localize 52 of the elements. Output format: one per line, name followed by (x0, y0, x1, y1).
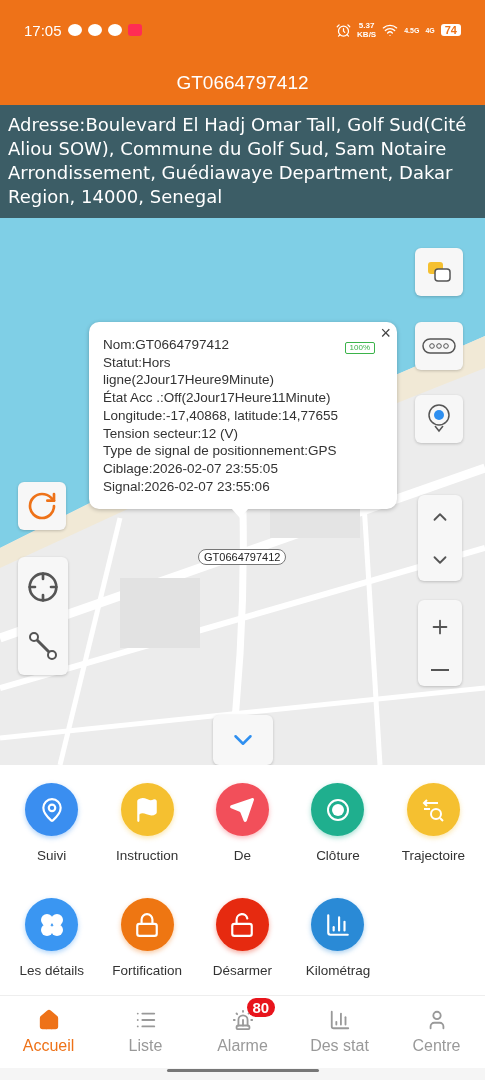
status-time: 17:05 (24, 21, 62, 39)
action-button[interactable]: Fortification (99, 880, 195, 995)
info-line: Statut:Hors ligne(2Jour17Heure9Minute) (103, 353, 276, 390)
home-icon (37, 1009, 60, 1031)
alarm-clock-icon (336, 22, 352, 38)
replay-24h-button[interactable] (26, 490, 58, 522)
action-button[interactable]: Les détails (4, 880, 100, 995)
grid-icon (38, 911, 65, 938)
close-button[interactable]: × (380, 324, 391, 342)
alarm-count-badge: 80 (246, 998, 276, 1017)
route-button[interactable] (28, 631, 58, 661)
zoom-out-button[interactable] (431, 668, 449, 671)
replay-icon (26, 490, 58, 522)
address-text: Adresse:Boulevard El Hadj Omar Tall, Golf Sud(Cité Aliou SOW), Commune du Golf Sud, Sam Notaire Arrondissement, Guédiawaye Department, Dakar Region, 14000, Senegal (0, 105, 485, 218)
info-line: Signal:2026-02-07 23:55:06 (103, 477, 270, 496)
page-title: GT0664797412 (176, 71, 309, 94)
unlock-icon (229, 911, 256, 938)
minus-icon (431, 668, 449, 671)
bar-chart-icon (324, 911, 351, 938)
location-pin-icon (426, 403, 452, 435)
app-icon (127, 24, 142, 36)
layers-icon (426, 260, 452, 284)
siren-icon (231, 1009, 254, 1031)
action-button[interactable]: Désarmer (194, 880, 291, 995)
info-line: Tension secteur:12 (V) (103, 424, 239, 443)
device-label: GT0664797412 (198, 549, 287, 565)
info-line: Type de signal de positionnement:GPS (103, 442, 337, 460)
more-icon (422, 338, 456, 354)
action-button[interactable]: Clôture (290, 765, 386, 880)
info-line: Longitude:-17,40868, latitude:14,77655 (103, 406, 338, 425)
info-line: État Acc .:Off(2Jour17Heure11Minute) (103, 389, 331, 407)
action-button[interactable]: Instruction (99, 765, 195, 880)
my-location-button[interactable] (426, 403, 452, 435)
wifi-icon (382, 22, 399, 38)
action-button[interactable]: Kilométrag (290, 880, 386, 995)
action-button[interactable]: De (194, 765, 291, 880)
battery-badge: 100% (344, 342, 375, 354)
route-icon (28, 631, 58, 661)
crosshair-icon (27, 571, 59, 603)
action-button[interactable]: Suivi (4, 765, 100, 880)
nav-tab[interactable]: Alarme 80 (194, 996, 291, 1068)
locate-button[interactable] (27, 571, 59, 603)
bar-chart-icon (328, 1009, 351, 1031)
info-line: Nom:GT0664797412 (103, 336, 230, 354)
action-button[interactable]: Trajectoire (385, 765, 481, 880)
more-button[interactable] (422, 338, 456, 354)
network-speed: 5.37 KB/S (357, 21, 377, 39)
info-line: Ciblage:2026-02-07 23:55:05 (103, 459, 278, 478)
paper-plane-icon (229, 796, 256, 823)
lock-icon (134, 911, 161, 938)
battery-level: 74 (440, 24, 461, 36)
map-type-button[interactable] (426, 260, 452, 284)
